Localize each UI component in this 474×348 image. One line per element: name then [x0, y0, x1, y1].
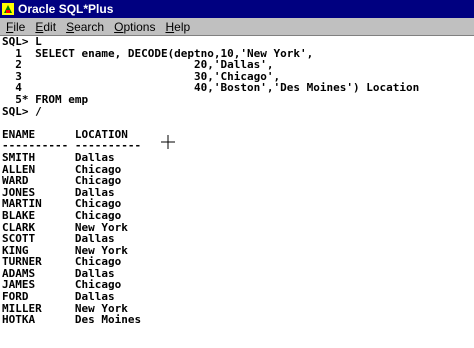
menu-bar: File Edit Search Options Help: [0, 18, 474, 36]
menu-help[interactable]: Help: [159, 20, 194, 34]
menu-mnemonic: S: [66, 19, 75, 34]
console-output[interactable]: SQL> L 1 SELECT ename, DECODE(deptno,10,…: [0, 36, 474, 348]
menu-options[interactable]: Options: [108, 20, 159, 34]
console-line: SQL> L: [2, 36, 42, 48]
menu-mnemonic: H: [165, 19, 175, 34]
menu-search[interactable]: Search: [60, 20, 108, 34]
console-line: WARD Chicago: [2, 174, 122, 188]
console-lines: SQL> L 1 SELECT ename, DECODE(deptno,10,…: [0, 36, 474, 326]
menu-label-rest: ile: [13, 19, 26, 34]
menu-label-rest: elp: [174, 19, 191, 34]
window-title: Oracle SQL*Plus: [18, 2, 114, 16]
menu-label-rest: ptions: [123, 19, 156, 34]
menu-label-rest: dit: [43, 19, 57, 34]
menu-label-rest: earch: [74, 19, 105, 34]
menu-file[interactable]: File: [0, 20, 29, 34]
title-bar[interactable]: Oracle SQL*Plus: [0, 0, 474, 18]
console-line: FORD Dallas: [2, 290, 115, 304]
crosshair-cursor-icon: [161, 135, 175, 149]
console-line: SMITH Dallas: [2, 150, 115, 164]
sqlplus-window: Oracle SQL*Plus File Edit Search Options Hel…: [0, 0, 474, 348]
console-line: SCOTT Dallas: [2, 232, 115, 246]
console-line: BLAKE Chicago: [2, 208, 122, 222]
console-line: SQL> /: [2, 104, 42, 118]
console-line: 5* FROM emp: [2, 92, 89, 106]
menu-edit[interactable]: Edit: [29, 20, 60, 34]
console-line: HOTKA Des Moines: [2, 313, 142, 327]
sqlplus-app-icon[interactable]: [2, 3, 14, 15]
